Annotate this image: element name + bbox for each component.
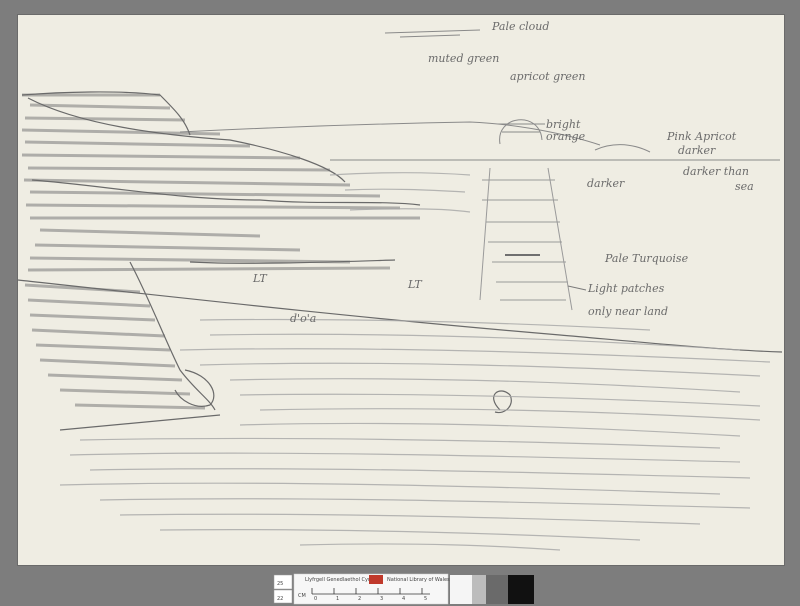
annotation-only-near-land: only near land xyxy=(588,305,668,318)
swatch-dark-grey xyxy=(486,575,508,604)
annotation-pointer xyxy=(567,285,587,291)
annotation-apricot-green: apricot green xyxy=(510,70,585,83)
annotation-pale-turquoise: Pale Turquoise xyxy=(604,252,689,265)
library-logo xyxy=(369,575,383,584)
annotation-muted-green: muted green xyxy=(428,52,499,65)
ruler-tick-label: 0 xyxy=(314,596,317,602)
annotation-pale-cloud: Pale cloud xyxy=(491,20,549,33)
grey-card xyxy=(450,575,534,604)
ruler-tick-label: 4 xyxy=(402,596,405,602)
annotation-darker-2: darker xyxy=(587,177,625,190)
swatch-light-grey xyxy=(472,575,486,604)
ruler-english-label: National Library of Wales xyxy=(387,577,450,583)
sun-sketch xyxy=(498,119,545,145)
headland-hatching xyxy=(21,93,420,410)
annotation-lt-1: LT xyxy=(252,272,268,285)
annotation-dots: d'o'a xyxy=(290,312,316,325)
annotation-lt-2: LT xyxy=(407,278,423,291)
annotation-darker-1: darker xyxy=(678,144,716,157)
pencil-sketch: Pale cloud muted green apricot green bri… xyxy=(17,20,783,605)
swatch-white xyxy=(450,575,472,604)
annotation-light-patches: Light patches xyxy=(587,282,665,295)
size-indicator: 25 22 xyxy=(273,574,293,604)
annotation-sea: sea xyxy=(735,180,754,193)
sea-hatching xyxy=(59,172,771,551)
scan-background: Pale cloud muted green apricot green bri… xyxy=(0,0,800,606)
swatch-black xyxy=(508,575,534,604)
ruler-tick-label: 3 xyxy=(380,596,383,602)
size-box-25: 25 xyxy=(277,581,283,587)
ruler-tick-label: 2 xyxy=(358,596,361,602)
ruler-unit: CM xyxy=(298,593,306,599)
ruler-welsh-label: Llyfrgell Genedlaethol Cymru xyxy=(305,577,378,583)
annotation-orange: orange xyxy=(546,130,586,143)
ruler-tick-label: 1 xyxy=(336,596,339,602)
sun-reflection xyxy=(479,167,573,311)
ruler-tick-label: 5 xyxy=(424,596,427,602)
annotation-darker-than: darker than xyxy=(683,165,749,178)
scale-ruler: Llyfrgell Genedlaethol Cymru National Li… xyxy=(293,573,450,605)
annotation-pink-apricot: Pink Apricot xyxy=(666,130,737,143)
size-box-22: 22 xyxy=(277,596,283,602)
